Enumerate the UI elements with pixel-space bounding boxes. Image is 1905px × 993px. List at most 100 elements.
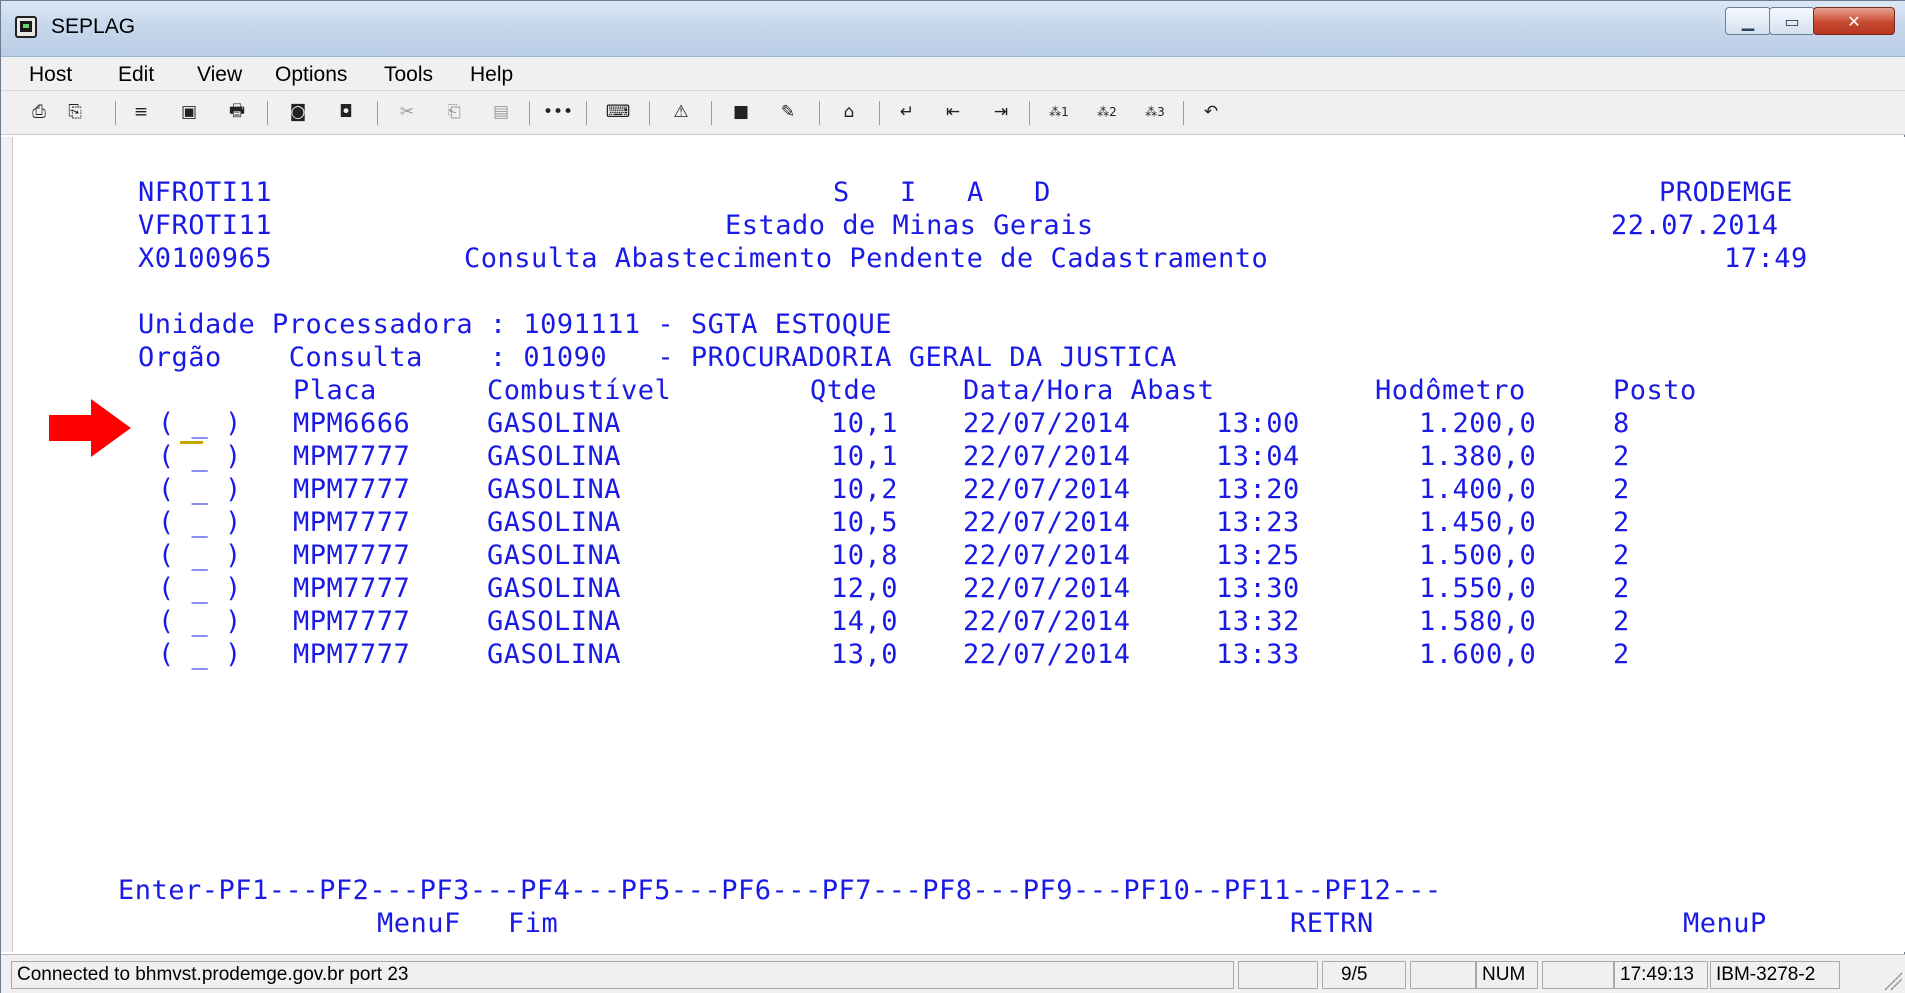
row-hodometro: 1.600,0 bbox=[1419, 639, 1537, 670]
program-id-1: NFROTI11 bbox=[138, 177, 273, 208]
row-select-field[interactable]: ( _ ) bbox=[158, 540, 242, 572]
pencil-icon[interactable]: ✎ bbox=[776, 100, 800, 124]
col-placa: Placa bbox=[293, 375, 377, 406]
title-bar[interactable]: SEPLAG ▁ ▭ ✕ bbox=[1, 1, 1905, 57]
row-combustivel: GASOLINA bbox=[487, 540, 622, 571]
row-hora: 13:23 bbox=[1216, 507, 1300, 538]
close-icon: ✕ bbox=[1847, 11, 1861, 31]
user-id: X0100965 bbox=[138, 243, 273, 274]
screen-load-icon[interactable]: ◘ bbox=[334, 100, 358, 124]
row-placa: MPM7777 bbox=[293, 606, 411, 637]
tab-back-icon[interactable]: ⇤ bbox=[941, 100, 965, 124]
row-hora: 13:33 bbox=[1216, 639, 1300, 670]
row-select-field[interactable]: ( _ ) bbox=[158, 441, 242, 473]
row-combustivel: GASOLINA bbox=[487, 441, 622, 472]
row-select-field[interactable]: ( _ ) bbox=[158, 639, 242, 671]
row-combustivel: GASOLINA bbox=[487, 639, 622, 670]
row-hora: 13:25 bbox=[1216, 540, 1300, 571]
close-button[interactable]: ✕ bbox=[1813, 7, 1895, 35]
cursor-position: 9/5 bbox=[1322, 961, 1406, 989]
menu-bar: Host Edit View Options Tools Help bbox=[1, 57, 1905, 91]
cut-icon[interactable]: ✂ bbox=[395, 100, 419, 124]
print-icon[interactable]: ⎙ bbox=[27, 100, 51, 124]
tab-icon[interactable]: ⇥ bbox=[989, 100, 1013, 124]
system-name: S I A D bbox=[833, 177, 1051, 208]
row-qtde: 10,1 bbox=[831, 408, 899, 439]
unidade-line: Unidade Processadora : 1091111 - SGTA ES… bbox=[138, 309, 892, 340]
window-left-edge bbox=[1, 137, 13, 952]
row-select-field[interactable]: ( _ ) bbox=[158, 507, 242, 539]
window-title: SEPLAG bbox=[51, 15, 136, 38]
pf2-label[interactable]: MenuF bbox=[377, 908, 461, 940]
row-posto: 2 bbox=[1613, 639, 1630, 670]
dots-icon[interactable]: ••• bbox=[543, 100, 573, 124]
row-select-field[interactable]: ( _ ) bbox=[158, 606, 242, 638]
resize-grip-icon[interactable] bbox=[1882, 970, 1902, 990]
print2-icon[interactable]: 🖶 bbox=[225, 100, 249, 124]
maximize-icon: ▭ bbox=[1784, 11, 1800, 31]
row-data: 22/07/2014 bbox=[963, 408, 1131, 439]
menu-host[interactable]: Host bbox=[29, 63, 72, 87]
menu-view[interactable]: View bbox=[197, 63, 242, 87]
row-posto: 2 bbox=[1613, 507, 1630, 538]
terminal-window: SEPLAG ▁ ▭ ✕ Host Edit View Options Tool… bbox=[0, 0, 1905, 993]
paste-icon[interactable]: ⎗ bbox=[442, 100, 466, 124]
col-posto: Posto bbox=[1613, 375, 1697, 406]
copy-icon[interactable]: ⎘ bbox=[63, 100, 87, 124]
menu-edit[interactable]: Edit bbox=[118, 63, 154, 87]
maximize-button[interactable]: ▭ bbox=[1769, 7, 1815, 35]
num-lock-indicator: NUM bbox=[1476, 961, 1538, 989]
keyboard-icon[interactable]: ■ bbox=[729, 100, 753, 124]
clear-icon[interactable]: ▤ bbox=[489, 100, 513, 124]
row-data: 22/07/2014 bbox=[963, 639, 1131, 670]
text-cursor bbox=[180, 441, 203, 444]
row-hodometro: 1.500,0 bbox=[1419, 540, 1537, 571]
row-combustivel: GASOLINA bbox=[487, 606, 622, 637]
terminal-screen[interactable]: NFROTI11 VFROTI11 X0100965 S I A D Estad… bbox=[13, 137, 1905, 952]
undo-icon[interactable]: ↶ bbox=[1199, 100, 1223, 124]
row-select-field[interactable]: ( _ ) bbox=[158, 408, 242, 440]
screen-date: 22.07.2014 bbox=[1611, 210, 1779, 241]
row-posto: 8 bbox=[1613, 408, 1630, 439]
status-empty-3 bbox=[1542, 961, 1614, 989]
pf3-label[interactable]: Fim bbox=[508, 908, 558, 940]
menu-options[interactable]: Options bbox=[275, 63, 347, 87]
screen-title: Consulta Abastecimento Pendente de Cadas… bbox=[464, 243, 1269, 274]
row-combustivel: GASOLINA bbox=[487, 507, 622, 538]
screen-icon[interactable]: ▣ bbox=[177, 100, 201, 124]
row-placa: MPM7777 bbox=[293, 540, 411, 571]
pf2-icon[interactable]: ⁂2 bbox=[1095, 100, 1119, 124]
row-combustivel: GASOLINA bbox=[487, 408, 622, 439]
menu-help[interactable]: Help bbox=[470, 63, 513, 87]
red-arrow-icon bbox=[49, 399, 131, 457]
row-select-field[interactable]: ( _ ) bbox=[158, 573, 242, 605]
row-hora: 13:30 bbox=[1216, 573, 1300, 604]
warning-icon[interactable]: ⚠ bbox=[669, 100, 693, 124]
menu-tools[interactable]: Tools bbox=[384, 63, 433, 87]
row-hodometro: 1.580,0 bbox=[1419, 606, 1537, 637]
row-hodometro: 1.400,0 bbox=[1419, 474, 1537, 505]
row-placa: MPM7777 bbox=[293, 639, 411, 670]
enter-icon[interactable]: ↵ bbox=[895, 100, 919, 124]
pf1-icon[interactable]: ⁂1 bbox=[1047, 100, 1071, 124]
row-hodometro: 1.200,0 bbox=[1419, 408, 1537, 439]
minimize-icon: ▁ bbox=[1741, 11, 1755, 31]
screen-save-icon[interactable]: ◙ bbox=[286, 100, 310, 124]
row-hodometro: 1.450,0 bbox=[1419, 507, 1537, 538]
row-placa: MPM7777 bbox=[293, 474, 411, 505]
row-hora: 13:04 bbox=[1216, 441, 1300, 472]
pf12-label[interactable]: MenuP bbox=[1683, 908, 1767, 940]
minimize-button[interactable]: ▁ bbox=[1725, 7, 1771, 35]
pf3-icon[interactable]: ⁂3 bbox=[1143, 100, 1167, 124]
macro-icon[interactable]: ⌨ bbox=[606, 100, 631, 124]
row-placa: MPM7777 bbox=[293, 507, 411, 538]
row-qtde: 10,1 bbox=[831, 441, 899, 472]
transfer-icon[interactable]: ≡ bbox=[129, 100, 153, 124]
row-hodometro: 1.380,0 bbox=[1419, 441, 1537, 472]
col-hodometro: Hodômetro bbox=[1375, 375, 1526, 406]
row-select-field[interactable]: ( _ ) bbox=[158, 474, 242, 506]
row-placa: MPM6666 bbox=[293, 408, 411, 439]
home-icon[interactable]: ⌂ bbox=[837, 100, 861, 124]
row-posto: 2 bbox=[1613, 573, 1630, 604]
pf9-label[interactable]: RETRN bbox=[1290, 908, 1374, 940]
